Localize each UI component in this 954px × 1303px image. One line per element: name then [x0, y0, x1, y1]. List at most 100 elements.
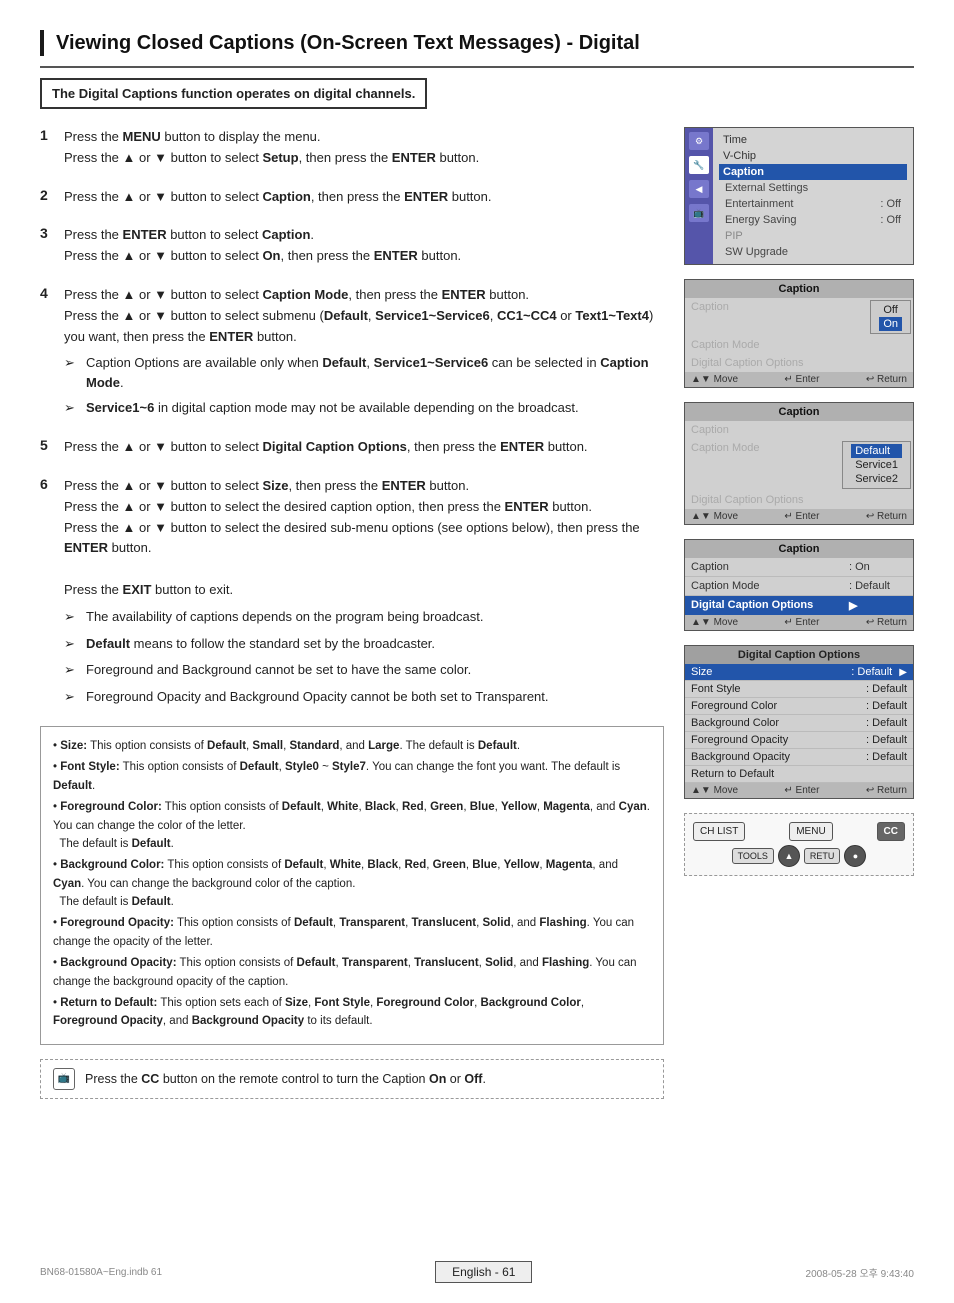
caption-menu-1: Caption Caption Off On Caption Mode Digi…	[684, 279, 914, 388]
caption-menu-1-title: Caption	[685, 280, 913, 298]
dco-returndefault-label: Return to Default	[691, 768, 774, 780]
bullet-arrow-2: ➢	[64, 398, 80, 419]
page-footer: BN68-01580A~Eng.indb 61 English - 61 200…	[0, 1261, 954, 1283]
setup-icon-2: 🔧	[689, 156, 709, 174]
title-section: Viewing Closed Captions (On-Screen Text …	[40, 30, 914, 56]
dco-bgcolor-row: Background Color : Default	[685, 715, 913, 732]
step-1-content: Press the MENU button to display the men…	[64, 127, 664, 169]
info-bg-color: • Background Color: This option consists…	[53, 856, 651, 911]
step-5-content: Press the ▲ or ▼ button to select Digita…	[64, 437, 664, 458]
bullet-text-6-1: The availability of captions depends on …	[86, 607, 483, 627]
caption-menu-3-title: Caption	[685, 540, 913, 558]
bullet-text-2: Service1~6 in digital caption mode may n…	[86, 398, 579, 418]
dco-fgopacity-row: Foreground Opacity : Default	[685, 732, 913, 749]
info-font-style: • Font Style: This option consists of De…	[53, 758, 651, 795]
caption-mode-label-3: Caption Mode	[685, 577, 843, 595]
setup-content: Time V-Chip Caption External Settings En…	[713, 128, 913, 264]
caption-menu-3-body: Caption : On Caption Mode : Default Digi…	[685, 558, 913, 615]
remote-note: 📺 Press the CC button on the remote cont…	[40, 1059, 664, 1099]
step-6-number: 6	[40, 476, 56, 492]
caption-menu-2: Caption Caption Caption Mode Default Ser…	[684, 402, 914, 525]
caption-menu-1-footer: ▲▼ Move ↵ Enter ↩ Return	[685, 372, 913, 387]
dco-fontstyle-label: Font Style	[691, 683, 741, 695]
step-1: 1 Press the MENU button to display the m…	[40, 127, 664, 169]
dco-size-label: Size	[691, 666, 712, 678]
caption-menu-2-footer: ▲▼ Move ↵ Enter ↩ Return	[685, 509, 913, 524]
rc-tools-button[interactable]: TOOLS	[732, 848, 774, 864]
dco-bgopacity-value: : Default	[866, 751, 907, 763]
dco-footer-move: ▲▼ Move	[691, 785, 738, 796]
dco-arrow: ▶	[843, 596, 913, 615]
rc-menu-button[interactable]: MENU	[789, 822, 832, 841]
setup-sub-external: External Settings	[719, 180, 907, 196]
rc-up-button[interactable]: ▲	[778, 845, 800, 867]
dco-size-row: Size : Default ▶	[685, 664, 913, 681]
popup-default: Default	[851, 444, 902, 458]
page-wrapper: Viewing Closed Captions (On-Screen Text …	[0, 0, 954, 1303]
step-3-content: Press the ENTER button to select Caption…	[64, 225, 664, 267]
dco-footer-enter: ↵ Enter	[784, 785, 819, 796]
dco-footer-return: ↩ Return	[866, 785, 907, 796]
remote-note-text: Press the CC button on the remote contro…	[85, 1072, 486, 1086]
footer-move-1: ▲▼ Move	[691, 374, 738, 385]
subtitle: The Digital Captions function operates o…	[40, 78, 427, 109]
remote-control-image: CH LIST MENU CC TOOLS ▲ RETU ●	[684, 813, 914, 876]
rc-return-button[interactable]: RETU	[804, 848, 841, 864]
footer-move-3: ▲▼ Move	[691, 617, 738, 628]
main-layout: 1 Press the MENU button to display the m…	[40, 127, 914, 1099]
footer-right-text: 2008-05-28 오후 9:43:40	[806, 1265, 914, 1280]
caption-menu-2-body: Caption Caption Mode Default Service1 Se…	[685, 421, 913, 509]
step-2: 2 Press the ▲ or ▼ button to select Capt…	[40, 187, 664, 208]
setup-sub-energy: Energy Saving: Off	[719, 212, 907, 228]
bullet-arrow-1: ➢	[64, 353, 80, 374]
info-bg-opacity: • Background Opacity: This option consis…	[53, 954, 651, 991]
dco-label: Digital Caption Options	[685, 596, 843, 615]
setup-icon-3: ◀	[689, 180, 709, 198]
rc-chlist-button[interactable]: CH LIST	[693, 822, 745, 841]
setup-item-vchip: V-Chip	[719, 148, 907, 164]
caption-value-on: : On	[843, 558, 913, 576]
step-4-bullet-1: ➢ Caption Options are available only whe…	[64, 353, 664, 392]
setup-sidebar: ⚙ 🔧 ◀ 📺 Time V-Chip Caption External Set…	[685, 128, 913, 264]
step-2-number: 2	[40, 187, 56, 203]
footer-return-3: ↩ Return	[866, 617, 907, 628]
dco-fgcolor-value: : Default	[866, 700, 907, 712]
dco-bgcolor-label: Background Color	[691, 717, 779, 729]
page-number: English - 61	[435, 1261, 532, 1283]
rc-ok-button[interactable]: ●	[844, 845, 866, 867]
dco-fgopacity-label: Foreground Opacity	[691, 734, 788, 746]
digital-caption-options-label-2: Digital Caption Options	[685, 491, 913, 509]
step-6-bullet-1: ➢ The availability of captions depends o…	[64, 607, 664, 628]
setup-icon-4: 📺	[689, 204, 709, 222]
bullet-arrow-6-4: ➢	[64, 687, 80, 708]
footer-return-1: ↩ Return	[866, 374, 907, 385]
right-column: ⚙ 🔧 ◀ 📺 Time V-Chip Caption External Set…	[684, 127, 914, 1099]
caption-label-3: Caption	[685, 558, 843, 576]
dco-bgopacity-row: Background Opacity : Default	[685, 749, 913, 766]
dco-fgcolor-row: Foreground Color : Default	[685, 698, 913, 715]
step-6-bullet-2: ➢ Default means to follow the standard s…	[64, 634, 664, 655]
footer-enter-1: ↵ Enter	[784, 374, 819, 385]
setup-menu-mockup: ⚙ 🔧 ◀ 📺 Time V-Chip Caption External Set…	[684, 127, 914, 265]
dco-bgcolor-value: : Default	[866, 717, 907, 729]
bullet-arrow-6-1: ➢	[64, 607, 80, 628]
left-column: 1 Press the MENU button to display the m…	[40, 127, 664, 1099]
step-4-number: 4	[40, 285, 56, 301]
service-popup: Default Service1 Service2	[842, 441, 911, 489]
caption-menu-1-body: Caption Off On Caption Mode Digital Capt…	[685, 298, 913, 372]
bullet-text-6-3: Foreground and Background cannot be set …	[86, 660, 471, 680]
rc-cc-button[interactable]: CC	[877, 822, 905, 841]
step-5-number: 5	[40, 437, 56, 453]
info-box: • Size: This option consists of Default,…	[40, 726, 664, 1045]
caption-mode-label-2: Caption Mode	[685, 439, 840, 457]
dco-fontstyle-value: : Default	[866, 683, 907, 695]
step-4-content: Press the ▲ or ▼ button to select Captio…	[64, 285, 664, 419]
caption-row-on: Caption : On	[685, 558, 913, 577]
caption-menu-3-footer: ▲▼ Move ↵ Enter ↩ Return	[685, 615, 913, 630]
caption-popup-1: Off On	[870, 300, 911, 334]
caption-mode-row-default: Caption Mode : Default	[685, 577, 913, 596]
footer-enter-2: ↵ Enter	[784, 511, 819, 522]
rc-top-row: CH LIST MENU CC	[693, 822, 905, 841]
popup-service2: Service2	[851, 472, 902, 486]
step-6-bullet-4: ➢ Foreground Opacity and Background Opac…	[64, 687, 664, 708]
